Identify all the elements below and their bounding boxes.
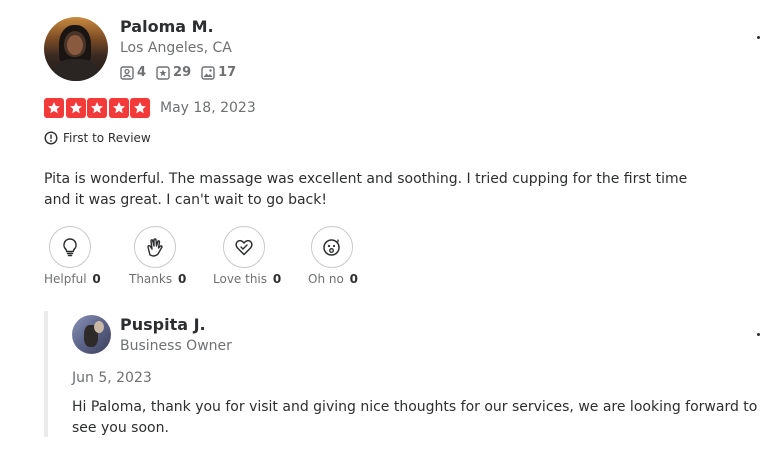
friends-icon: [120, 65, 134, 80]
reply-date: Jun 5, 2023: [72, 370, 152, 386]
reviews-stat: 29: [156, 65, 191, 80]
star-icon: [108, 98, 129, 118]
oh-no-button[interactable]: [311, 226, 353, 268]
friends-count: 4: [137, 65, 147, 80]
helpful-button[interactable]: [49, 226, 91, 268]
reply-more-options-icon[interactable]: [757, 333, 760, 336]
review-text: Pita is wonderful. The massage was excel…: [44, 171, 688, 208]
oh-no-label: Oh no 0: [308, 272, 358, 286]
reviewer-stats: 4 29 17: [120, 65, 246, 80]
photo-icon: [201, 65, 215, 80]
photos-stat: 17: [201, 65, 236, 80]
reply-text: Hi Paloma, thank you for visit and givin…: [72, 399, 758, 436]
owner-name[interactable]: Puspita J.: [120, 315, 206, 334]
info-circle-icon: [44, 131, 58, 145]
star-icon: [87, 98, 107, 118]
reviewer-location: Los Angeles, CA: [120, 40, 232, 56]
review-star-icon: [156, 65, 170, 80]
photos-count: 17: [218, 65, 237, 80]
surprised-face-icon: [323, 239, 340, 256]
reviews-count: 29: [173, 65, 192, 80]
heart-icon: [235, 239, 253, 256]
thanks-button[interactable]: [134, 226, 176, 268]
reviewer-avatar[interactable]: [44, 17, 108, 81]
helpful-label: Helpful 0: [44, 272, 101, 286]
star-icon: [44, 98, 64, 118]
first-to-review-badge: First to Review: [44, 131, 151, 145]
friends-stat: 4: [120, 65, 146, 80]
star-rating: [44, 98, 152, 118]
review-date: May 18, 2023: [160, 100, 256, 116]
review-more-options-icon[interactable]: [757, 36, 760, 39]
love-this-label: Love this 0: [213, 272, 282, 286]
first-to-review-label: First to Review: [63, 131, 151, 145]
reply-divider: [44, 311, 48, 437]
owner-role: Business Owner: [120, 338, 232, 354]
clapping-hands-icon: [147, 238, 163, 257]
lightbulb-icon: [63, 238, 77, 257]
star-icon: [130, 98, 150, 118]
reviewer-name[interactable]: Paloma M.: [120, 17, 214, 36]
owner-avatar[interactable]: [72, 315, 111, 354]
thanks-label: Thanks 0: [129, 272, 187, 286]
love-this-button[interactable]: [223, 226, 265, 268]
star-icon: [65, 98, 86, 118]
